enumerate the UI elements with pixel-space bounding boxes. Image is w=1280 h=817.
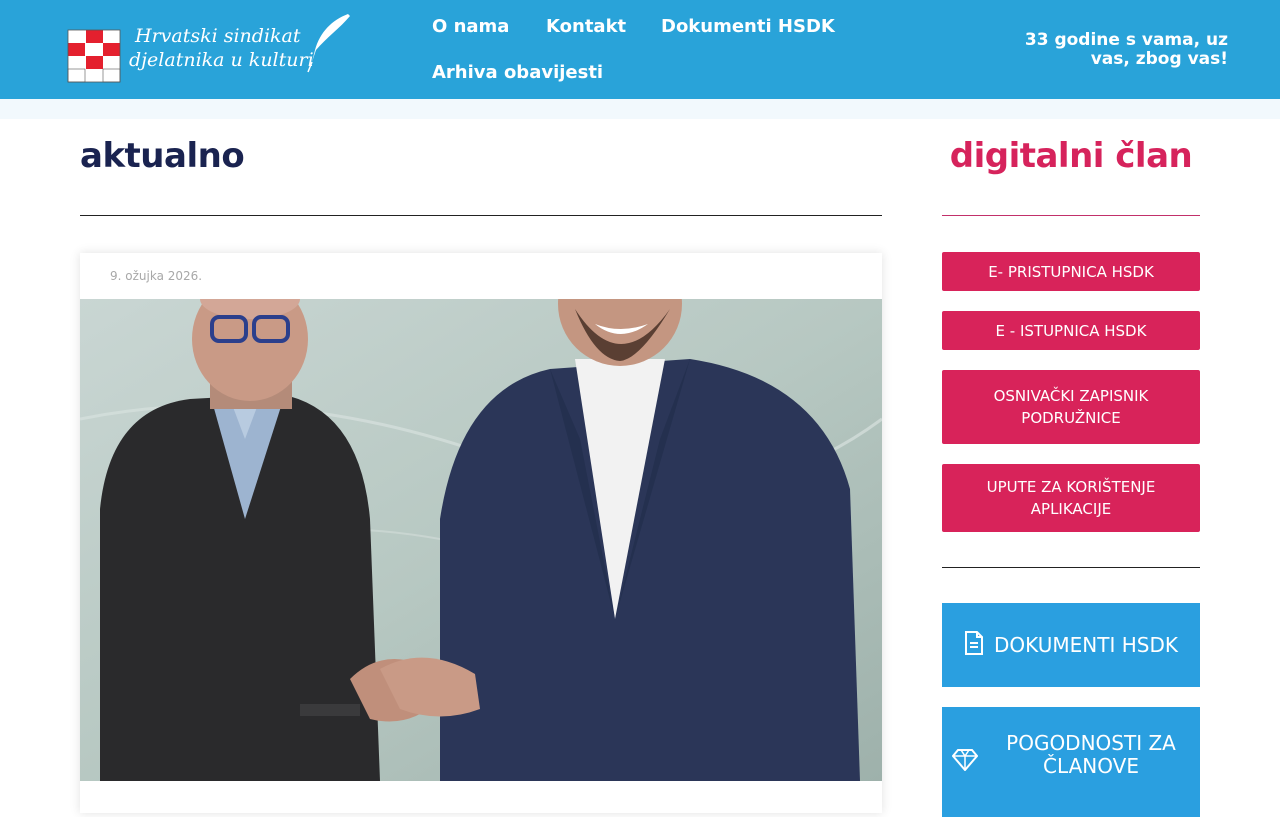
post-image[interactable] bbox=[80, 299, 882, 781]
logo-line-2: djelatnika u kulturi bbox=[129, 49, 314, 71]
nav-item-o-nama[interactable]: O nama bbox=[432, 16, 509, 37]
site-header: Hrvatski sindikat djelatnika u kulturi O… bbox=[0, 0, 1280, 99]
title-divider bbox=[80, 215, 882, 216]
upute-aplikacija-button[interactable]: UPUTE ZA KORIŠTENJE APLIKACIJE bbox=[942, 464, 1200, 532]
diamond-icon bbox=[951, 748, 979, 776]
e-pristupnica-button[interactable]: E- PRISTUPNICA HSDK bbox=[942, 252, 1200, 291]
e-istupnica-button[interactable]: E - ISTUPNICA HSDK bbox=[942, 311, 1200, 350]
sidebar-divider-top bbox=[942, 215, 1200, 216]
page-title: aktualno bbox=[80, 136, 245, 176]
header-tagline: 33 godine s vama, uz vas, zbog vas! bbox=[1024, 30, 1228, 69]
site-logo[interactable]: Hrvatski sindikat djelatnika u kulturi bbox=[60, 10, 360, 90]
pogodnosti-label: POGODNOSTI ZA ČLANOVE bbox=[1006, 731, 1176, 778]
dokumenti-hsdk-label: DOKUMENTI HSDK bbox=[994, 632, 1178, 657]
header-subbar bbox=[0, 99, 1280, 119]
post-card[interactable]: 9. ožujka 2026. bbox=[80, 253, 882, 813]
nav-item-dokumenti[interactable]: Dokumenti HSDK bbox=[661, 16, 835, 37]
handshake-photo bbox=[80, 299, 882, 781]
logo-text: Hrvatski sindikat djelatnika u kulturi bbox=[129, 24, 314, 72]
nav-item-kontakt[interactable]: Kontakt bbox=[546, 16, 626, 37]
osnivacki-zapisnik-button[interactable]: OSNIVAČKI ZAPISNIK PODRUŽNICE bbox=[942, 370, 1200, 444]
post-date: 9. ožujka 2026. bbox=[110, 269, 203, 283]
nav-item-arhiva[interactable]: Arhiva obavijesti bbox=[432, 62, 603, 83]
logo-line-1: Hrvatski sindikat bbox=[135, 25, 301, 47]
pogodnosti-button[interactable]: POGODNOSTI ZA ČLANOVE bbox=[942, 707, 1200, 817]
dokumenti-hsdk-button[interactable]: DOKUMENTI HSDK bbox=[942, 603, 1200, 687]
document-icon bbox=[964, 630, 984, 660]
sidebar-title: digitalni član bbox=[949, 136, 1193, 176]
sidebar-divider-bottom bbox=[942, 567, 1200, 568]
